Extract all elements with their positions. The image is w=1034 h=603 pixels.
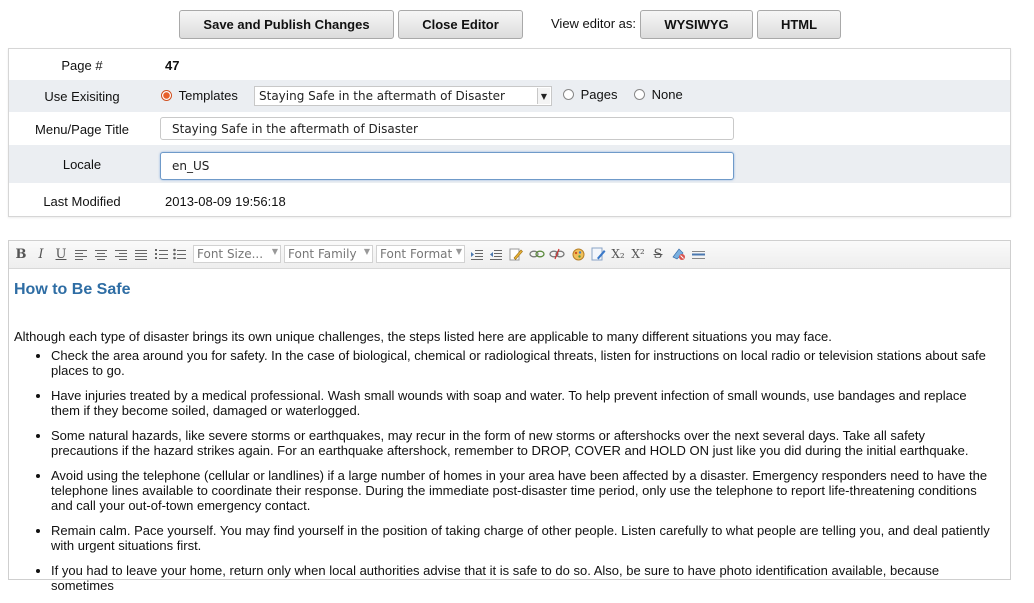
font-size-label: Font Size... (197, 247, 264, 261)
html-button[interactable]: HTML (757, 10, 841, 39)
wysiwyg-editor[interactable]: B I U Font Size... ▼ Font Family ▼ Font … (8, 240, 1011, 593)
menu-title-row: Menu/Page Title Staying Safe in the afte… (9, 112, 1010, 145)
align-left-icon[interactable] (74, 246, 88, 262)
dropdown-arrow-icon[interactable]: ▼ (537, 88, 550, 104)
edit-style-icon[interactable] (509, 246, 523, 262)
list-item: Remain calm. Pace yourself. You may find… (51, 523, 1003, 553)
bold-button[interactable]: B (14, 246, 28, 262)
strikethrough-button[interactable]: S (651, 246, 665, 262)
wysiwyg-button[interactable]: WYSIWYG (640, 10, 753, 39)
font-family-label: Font Family (288, 247, 357, 261)
last-modified-label: Last Modified (43, 194, 121, 209)
page-properties-panel: Page # 47 Use Exisiting Templates Stayin… (8, 48, 1011, 217)
indent-icon[interactable] (489, 246, 503, 262)
font-format-arrow-icon: ▼ (455, 247, 462, 256)
content-heading: How to Be Safe (14, 281, 131, 298)
top-toolbar: Save and Publish Changes Close Editor Vi… (0, 0, 1034, 44)
use-existing-label: Use Exisiting (44, 89, 120, 104)
pages-label: Pages (580, 87, 618, 102)
list-item: Check the area around you for safety. In… (51, 348, 1003, 378)
templates-option[interactable]: Templates (161, 88, 238, 103)
last-modified-row: Last Modified 2013-08-09 19:56:18 (9, 183, 1010, 216)
outdent-icon[interactable] (470, 246, 484, 262)
locale-label: Locale (62, 157, 102, 172)
editor-content[interactable]: How to Be Safe Although each type of dis… (13, 281, 1003, 603)
align-justify-icon[interactable] (134, 246, 148, 262)
safety-list: Check the area around you for safety. In… (13, 348, 1003, 593)
editor-toolbar: B I U Font Size... ▼ Font Family ▼ Font … (9, 241, 1010, 269)
list-item: Have injuries treated by a medical profe… (51, 388, 1003, 418)
locale-input[interactable]: en_US (160, 152, 734, 180)
template-select[interactable]: Staying Safe in the aftermath of Disaste… (254, 86, 552, 106)
menu-title-input[interactable]: Staying Safe in the aftermath of Disaste… (160, 117, 734, 140)
template-select-value: Staying Safe in the aftermath of Disaste… (259, 89, 505, 103)
templates-radio[interactable] (161, 90, 172, 101)
remove-format-icon[interactable] (670, 246, 686, 262)
pages-radio[interactable] (563, 89, 574, 100)
page-number-value: 47 (165, 58, 180, 73)
font-size-select[interactable]: Font Size... ▼ (193, 245, 281, 263)
pages-option[interactable]: Pages (563, 87, 618, 102)
list-item: Avoid using the telephone (cellular or l… (51, 468, 1003, 513)
save-publish-button[interactable]: Save and Publish Changes (179, 10, 394, 39)
italic-button[interactable]: I (34, 246, 48, 262)
subscript-button[interactable]: X₂ (611, 246, 625, 262)
unordered-list-icon[interactable] (172, 246, 186, 262)
font-family-select[interactable]: Font Family ▼ (284, 245, 373, 263)
last-modified-value: 2013-08-09 19:56:18 (165, 194, 286, 209)
none-option[interactable]: None (634, 87, 683, 102)
view-editor-label: View editor as: (551, 16, 637, 31)
page-number-row: Page # 47 (9, 49, 1010, 80)
templates-label: Templates (178, 88, 238, 103)
insert-image-icon[interactable] (570, 246, 586, 262)
use-existing-row: Use Exisiting Templates Staying Safe in … (9, 80, 1010, 112)
none-label: None (651, 87, 683, 102)
menu-title-label: Menu/Page Title (35, 122, 129, 137)
page-number-label: Page # (61, 58, 103, 73)
ordered-list-icon[interactable] (154, 246, 168, 262)
align-right-icon[interactable] (114, 246, 128, 262)
font-size-arrow-icon: ▼ (271, 247, 278, 256)
horizontal-rule-icon[interactable] (691, 246, 705, 262)
none-radio[interactable] (634, 89, 645, 100)
locale-value: en_US (172, 159, 210, 173)
menu-title-value: Staying Safe in the aftermath of Disaste… (172, 121, 418, 136)
unlink-icon[interactable] (549, 246, 565, 262)
list-item: Some natural hazards, like severe storms… (51, 428, 1003, 458)
underline-button[interactable]: U (54, 246, 68, 262)
locale-row: Locale en_US (9, 145, 1010, 183)
font-format-label: Font Format (380, 247, 453, 261)
cleanup-icon[interactable] (590, 246, 606, 262)
superscript-button[interactable]: X² (631, 246, 645, 262)
insert-link-icon[interactable] (529, 246, 545, 262)
close-editor-button[interactable]: Close Editor (398, 10, 523, 39)
font-format-select[interactable]: Font Format ▼ (376, 245, 465, 263)
font-family-arrow-icon: ▼ (363, 247, 370, 256)
align-center-icon[interactable] (94, 246, 108, 262)
content-intro: Although each type of disaster brings it… (14, 329, 832, 344)
